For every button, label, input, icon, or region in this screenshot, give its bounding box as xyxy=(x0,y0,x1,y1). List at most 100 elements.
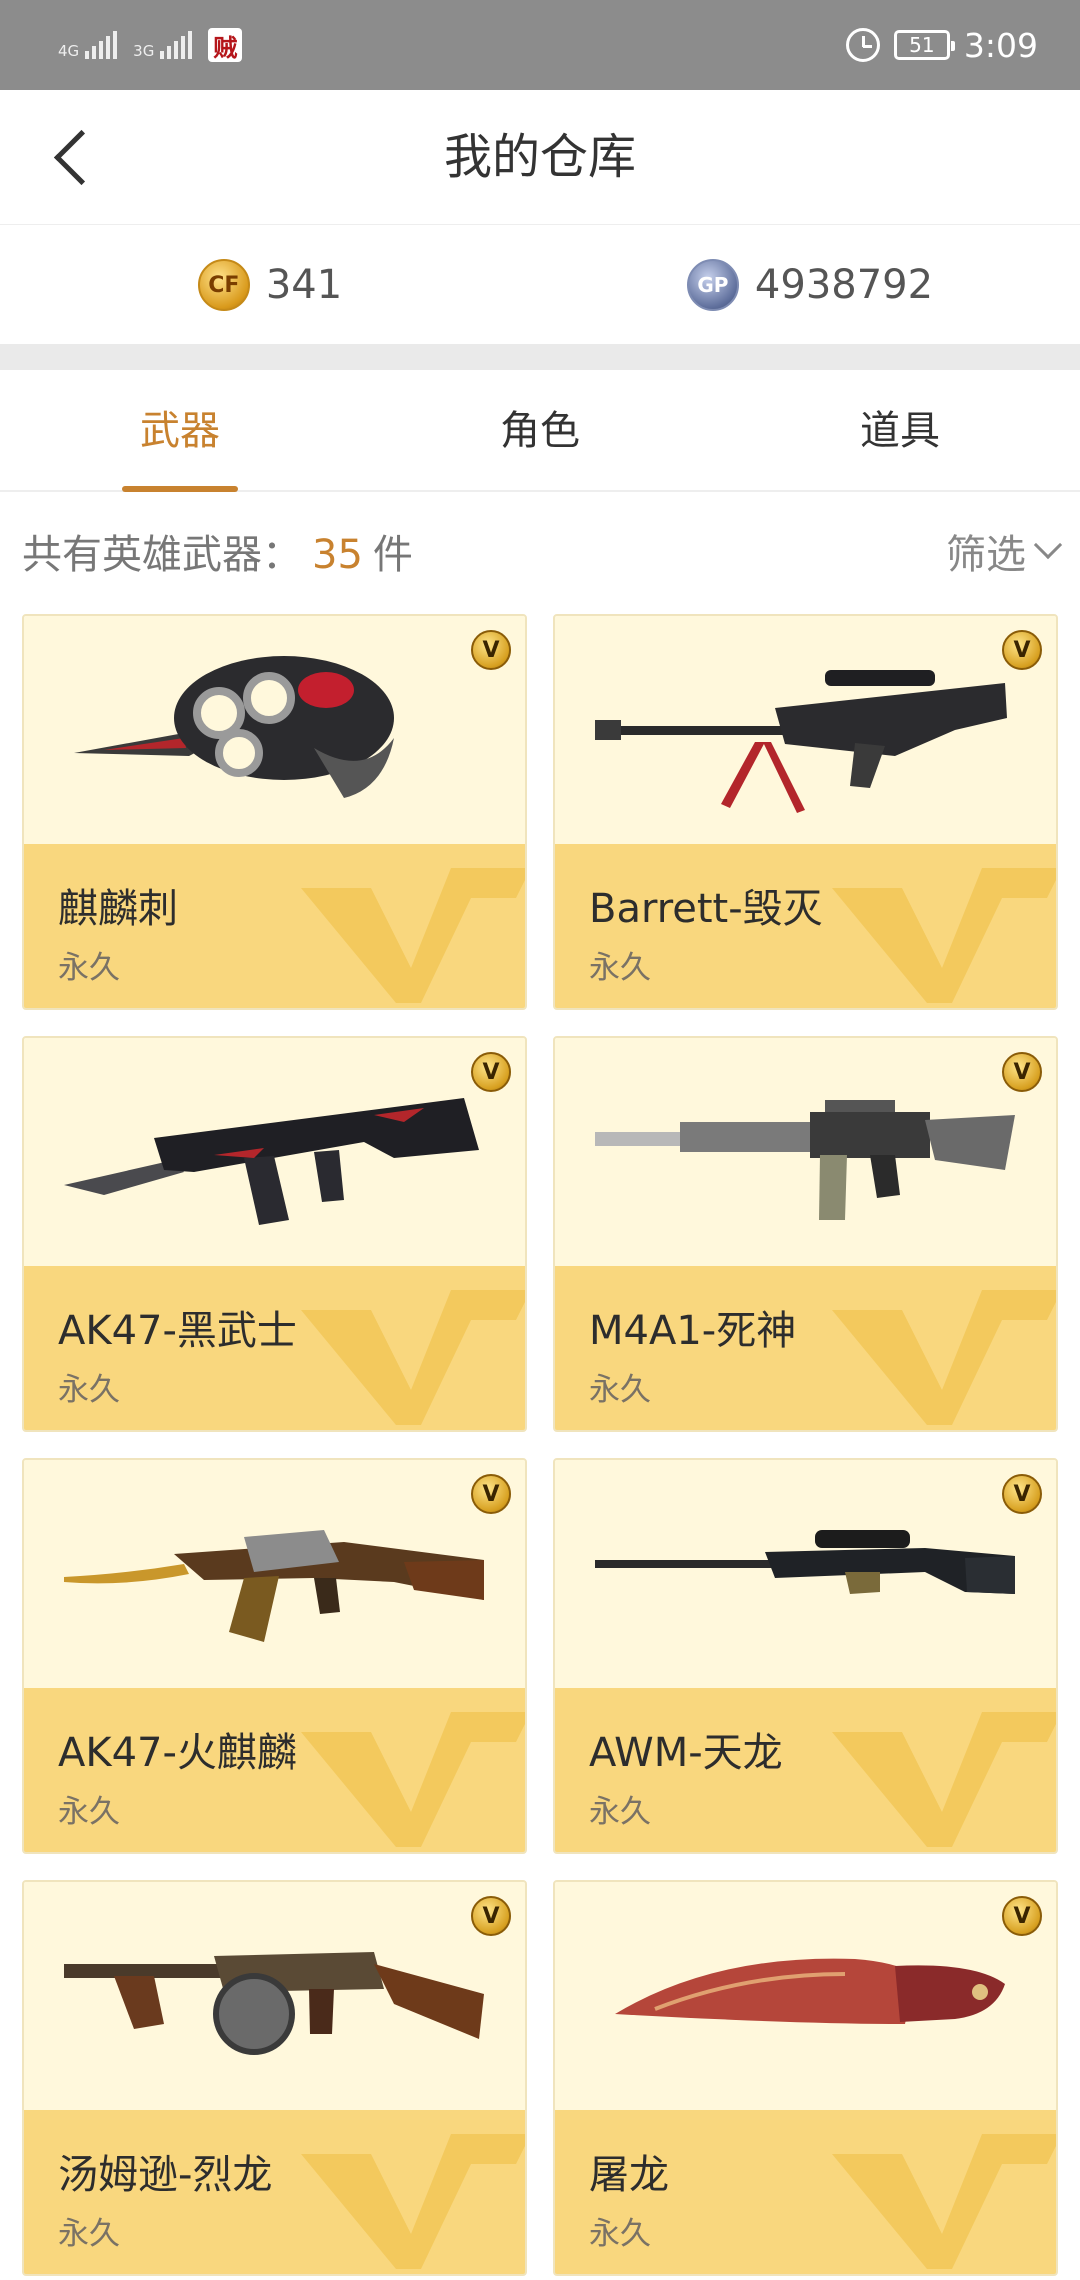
weapon-image: V xyxy=(24,1460,525,1688)
weapon-image: V xyxy=(24,1038,525,1266)
weapon-duration: 永久 xyxy=(58,2216,120,2252)
filter-button[interactable]: 筛选 xyxy=(946,522,1063,580)
hero-weapon-count: 共有英雄武器： 35 件 xyxy=(22,522,413,580)
weapon-duration: 永久 xyxy=(58,950,120,986)
filter-label: 筛选 xyxy=(946,532,1026,578)
weapon-name: Barrett-毁灭 xyxy=(589,886,823,932)
vip-badge-icon: V xyxy=(471,1052,511,1092)
weapon-card[interactable]: V 屠龙 永久 xyxy=(553,1880,1058,2276)
count-prefix: 共有英雄武器： xyxy=(22,532,302,578)
assault-rifle-icon xyxy=(64,1530,484,1642)
vip-badge-icon: V xyxy=(1002,1052,1042,1092)
signal-sim1: 4G xyxy=(58,31,118,60)
weapon-duration: 永久 xyxy=(58,1372,120,1408)
tab-items[interactable]: 道具 xyxy=(720,370,1080,490)
cf-watermark-icon xyxy=(832,1290,1056,1425)
inventory-summary: 共有英雄武器： 35 件 筛选 xyxy=(0,492,1080,610)
weapon-card[interactable]: V AWM-天龙 永久 xyxy=(553,1458,1058,1854)
weapon-info: 汤姆逊-烈龙 永久 xyxy=(24,2110,525,2274)
battery-icon: 51 xyxy=(893,30,955,60)
signal-bars-icon xyxy=(85,31,118,59)
weapon-card[interactable]: V M4A1-死神 永久 xyxy=(553,1036,1058,1432)
gp-points: GP 4938792 xyxy=(540,226,1080,344)
alarm-icon xyxy=(845,28,880,62)
weapon-card[interactable]: V AK47-黑武士 永久 xyxy=(22,1036,527,1432)
weapon-card[interactable]: V Barrett-毁灭 永久 xyxy=(553,614,1058,1010)
knuckle-blade-icon xyxy=(74,656,394,798)
weapon-image: V xyxy=(555,1882,1056,2110)
weapon-info: AWM-天龙 永久 xyxy=(555,1688,1056,1852)
weapon-image: V xyxy=(24,616,525,844)
clock: 3:09 xyxy=(963,25,1038,65)
section-divider xyxy=(0,344,1080,370)
weapon-card[interactable]: V 汤姆逊-烈龙 永久 xyxy=(22,1880,527,2276)
weapon-info: AK47-火麒麟 永久 xyxy=(24,1688,525,1852)
vip-badge-icon: V xyxy=(1002,630,1042,670)
weapon-name: AWM-天龙 xyxy=(589,1730,783,1776)
sniper-rifle-icon xyxy=(595,670,1007,813)
weapon-info: Barrett-毁灭 永久 xyxy=(555,844,1056,1008)
cf-watermark-icon xyxy=(301,2134,525,2269)
cf-points: CF 341 xyxy=(0,226,540,344)
weapon-name: 汤姆逊-烈龙 xyxy=(58,2152,273,2198)
assault-rifle-icon xyxy=(64,1098,479,1225)
vip-badge-icon: V xyxy=(1002,1474,1042,1514)
status-right: 51 3:09 xyxy=(845,25,1038,65)
network-type-label: 3G xyxy=(133,42,155,60)
weapon-card[interactable]: V AK47-火麒麟 永久 xyxy=(22,1458,527,1854)
gp-points-value: 4938792 xyxy=(754,262,934,308)
assault-rifle-icon xyxy=(595,1100,1015,1220)
cf-watermark-icon xyxy=(832,1712,1056,1847)
weapon-name: 屠龙 xyxy=(589,2152,669,2198)
chevron-down-icon xyxy=(1033,530,1063,560)
cf-watermark-icon xyxy=(832,868,1056,1003)
smg-icon xyxy=(64,1952,484,2055)
cf-watermark-icon xyxy=(301,1290,525,1425)
weapon-duration: 永久 xyxy=(589,1372,651,1408)
weapon-image: V xyxy=(24,1882,525,2110)
cf-watermark-icon xyxy=(832,2134,1056,2269)
weapon-card[interactable]: V 麒麟刺 永久 xyxy=(22,614,527,1010)
cf-watermark-icon xyxy=(301,1712,525,1847)
vip-badge-icon: V xyxy=(1002,1896,1042,1936)
status-left: 4G 3G 贼 xyxy=(58,28,243,62)
weapon-image: V xyxy=(555,1460,1056,1688)
network-type-label: 4G xyxy=(58,42,80,60)
weapon-name: AK47-火麒麟 xyxy=(58,1730,297,1776)
weapon-name: M4A1-死神 xyxy=(589,1308,797,1354)
vip-badge-icon: V xyxy=(471,1474,511,1514)
weapon-name: 麒麟刺 xyxy=(58,886,178,932)
weapon-image: V xyxy=(555,1038,1056,1266)
weapon-info: AK47-黑武士 永久 xyxy=(24,1266,525,1430)
weapon-info: 麒麟刺 永久 xyxy=(24,844,525,1008)
weapon-image: V xyxy=(555,616,1056,844)
weapon-duration: 永久 xyxy=(589,2216,651,2252)
weapon-info: M4A1-死神 永久 xyxy=(555,1266,1056,1430)
signal-bars-icon xyxy=(160,31,193,59)
sniper-rifle-icon xyxy=(595,1530,1015,1594)
tab-characters[interactable]: 角色 xyxy=(360,370,720,490)
weapon-duration: 永久 xyxy=(58,1794,120,1830)
weapon-info: 屠龙 永久 xyxy=(555,2110,1056,2274)
weapon-grid: V 麒麟刺 永久 V Barrett-毁灭 永久 V AK47-黑武士 永久 V… xyxy=(22,614,1058,2276)
knife-icon xyxy=(615,1958,1005,2024)
vip-badge-icon: V xyxy=(471,630,511,670)
cf-coin-icon: CF xyxy=(197,259,250,311)
title-bar: 我的仓库 xyxy=(0,90,1080,225)
gp-coin-icon: GP xyxy=(686,259,739,311)
currency-bar: CF 341 GP 4938792 xyxy=(0,226,1080,344)
signal-sim2: 3G xyxy=(133,31,193,60)
weapon-name: AK47-黑武士 xyxy=(58,1308,297,1354)
weapon-duration: 永久 xyxy=(589,950,651,986)
vip-badge-icon: V xyxy=(471,1896,511,1936)
count-unit: 件 xyxy=(372,532,413,578)
count-value: 35 xyxy=(312,532,363,578)
cf-watermark-icon xyxy=(301,868,525,1003)
page-title: 我的仓库 xyxy=(443,129,636,185)
category-tabs: 武器 角色 道具 xyxy=(0,370,1080,492)
cf-points-value: 341 xyxy=(265,262,343,308)
tab-weapons[interactable]: 武器 xyxy=(0,370,360,492)
status-bar: 4G 3G 贼 51 3:09 xyxy=(0,0,1080,90)
app-notification-icon: 贼 xyxy=(208,28,243,62)
weapon-duration: 永久 xyxy=(589,1794,651,1830)
